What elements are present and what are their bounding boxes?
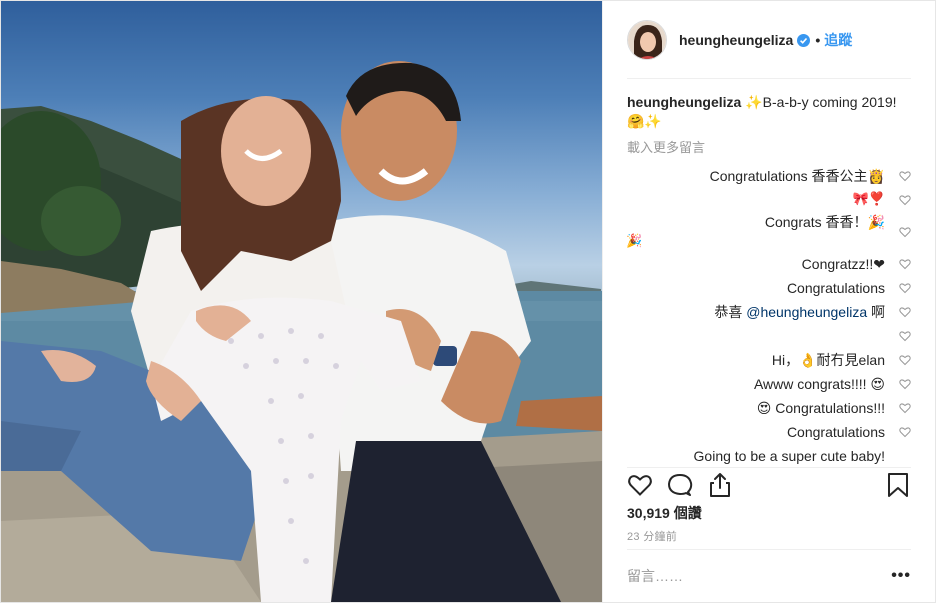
comment-text: Hi，👌耐冇見elan [771, 352, 885, 368]
comment-like-icon[interactable] [899, 194, 911, 206]
post-caption: heungheungeliza ✨B-a-b-y coming 2019! 🤗✨ [627, 93, 911, 131]
comment-item: Congratulations [627, 276, 911, 300]
comment-item: Hi，👌耐冇見elan [627, 348, 911, 372]
instagram-post: heungheungeliza • 追蹤 heungheungeliza ✨B-… [0, 0, 936, 603]
comment-like-icon[interactable] [899, 426, 911, 438]
comment-text: Congratulations [786, 280, 885, 296]
comment-text-post: 啊 [867, 304, 885, 320]
comment-like-icon[interactable] [899, 282, 911, 294]
comments-list[interactable]: heungheungeliza ✨B-a-b-y coming 2019! 🤗✨… [627, 93, 911, 467]
add-comment-bar: ••• [627, 549, 911, 602]
comment-text: Congratulations [786, 424, 885, 440]
comment-input[interactable] [627, 568, 887, 584]
comment-text-continuation: 🎉 [627, 234, 643, 249]
comment-item [627, 324, 911, 348]
comment-text: Congratulations 香香公主👸 [709, 168, 885, 184]
comment-text: Awww congrats!!!! 😍 [753, 376, 885, 392]
avatar-image [628, 21, 666, 59]
comment-like-icon[interactable] [899, 306, 911, 318]
comment-like-icon[interactable] [899, 354, 911, 366]
comment-text: 🎀❣️ [852, 192, 885, 207]
comment-like-icon[interactable] [899, 226, 911, 238]
post-photo[interactable] [1, 1, 602, 602]
avatar[interactable] [627, 20, 667, 60]
comment-text: 😍 Congratulations!!! [756, 400, 885, 416]
share-icon[interactable] [707, 472, 733, 498]
comment-text: Congratzz!!❤ [801, 256, 885, 272]
load-more-comments[interactable]: 載入更多留言 [627, 137, 911, 156]
separator-dot: • [815, 32, 821, 48]
post-header: heungheungeliza • 追蹤 [603, 1, 935, 79]
comment-like-icon[interactable] [899, 402, 911, 414]
comment-item: Congrats 香香！🎉 🎉 [627, 212, 911, 252]
comment-text: Going to be a super cute baby! [693, 448, 885, 464]
post-photo-illustration [1, 61, 602, 602]
post-timestamp[interactable]: 23 分鐘前 [627, 528, 677, 544]
comment-text: 恭喜 @heungheungeliza 啊 [714, 302, 885, 322]
comment-item: Awww congrats!!!! 😍 [627, 372, 911, 396]
comment-item: Congratulations [627, 420, 911, 444]
comment-item: Congratzz!!❤ [627, 252, 911, 276]
comment-like-icon[interactable] [899, 258, 911, 270]
comment-like-icon[interactable] [899, 170, 911, 182]
verified-badge-icon [797, 33, 811, 47]
comment-item: 😍 Congratulations!!! [627, 396, 911, 420]
comment-item: Going to be a super cute baby! [627, 444, 911, 467]
follow-button[interactable]: 追蹤 [824, 30, 852, 50]
caption-username[interactable]: heungheungeliza [627, 94, 741, 110]
likes-count[interactable]: 30,919 個讚 [627, 503, 702, 523]
comment-item: Congratulations 香香公主👸 [627, 164, 911, 188]
post-actions [627, 467, 911, 501]
comment-bubble-icon[interactable] [667, 472, 693, 498]
post-side-panel: heungheungeliza • 追蹤 heungheungeliza ✨B-… [602, 1, 935, 602]
comment-text-pre: 恭喜 [714, 304, 747, 320]
comment-item: 恭喜 @heungheungeliza 啊 [627, 300, 911, 324]
bookmark-icon[interactable] [885, 472, 911, 498]
comment-text: Congrats 香香！🎉 [764, 214, 885, 230]
more-options-icon[interactable]: ••• [887, 567, 911, 585]
comment-like-icon[interactable] [899, 330, 911, 342]
comment-mention-link[interactable]: @heungheungeliza [746, 304, 867, 320]
comment-item: 🎀❣️ [627, 188, 911, 212]
heart-icon[interactable] [627, 472, 653, 498]
header-username[interactable]: heungheungeliza [679, 32, 793, 48]
comment-like-icon[interactable] [899, 378, 911, 390]
